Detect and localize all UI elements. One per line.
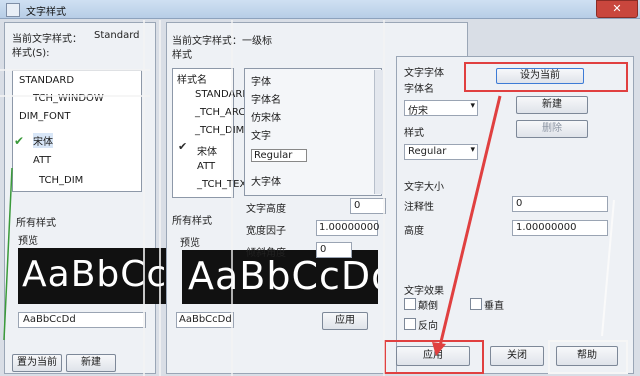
red-arrow-head [432, 342, 446, 356]
annotation-overlay [0, 20, 615, 376]
white-arrow-line [601, 199, 615, 337]
red-arrow-line [438, 95, 502, 347]
green-guide-line [3, 167, 13, 341]
